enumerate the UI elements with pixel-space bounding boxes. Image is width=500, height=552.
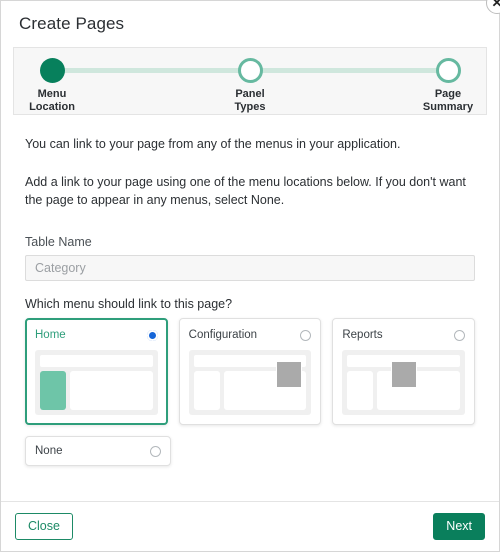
step-label-page-summary: Page Summary	[403, 88, 493, 114]
step-menu-location[interactable]: Menu Location	[7, 58, 97, 114]
preview-sidebar-highlight	[40, 371, 66, 410]
radio-unselected-icon[interactable]	[150, 445, 161, 457]
dialog-body: Menu Location Panel Types Page Summary Y…	[1, 47, 499, 501]
step-label-line2: Location	[29, 101, 75, 113]
menu-option-label-configuration: Configuration	[188, 329, 258, 341]
close-button[interactable]: Close	[15, 513, 73, 540]
radio-unselected-icon[interactable]	[454, 329, 466, 341]
menu-option-label-home: Home	[35, 329, 66, 341]
none-option-row: None	[13, 436, 487, 466]
card-header: Reports	[342, 327, 466, 343]
card-header: Home	[35, 327, 158, 343]
intro-paragraph-1: You can link to your page from any of th…	[25, 137, 401, 151]
preview-topbar	[40, 355, 153, 367]
menu-option-none[interactable]: None	[25, 436, 171, 466]
menu-preview-reports	[342, 350, 466, 415]
menu-option-cards: Home Configuration Reports	[13, 318, 487, 425]
step-panel-types[interactable]: Panel Types	[205, 58, 295, 114]
step-dot-active-icon	[39, 58, 65, 83]
wizard-stepper: Menu Location Panel Types Page Summary	[13, 47, 487, 115]
preview-highlight-block	[390, 361, 417, 388]
step-label-menu-location: Menu Location	[7, 88, 97, 114]
table-name-label: Table Name	[25, 235, 92, 249]
dialog-footer: Close Next	[1, 501, 499, 551]
step-page-summary[interactable]: Page Summary	[403, 58, 493, 114]
step-dot-todo-icon	[435, 58, 461, 83]
radio-selected-icon[interactable]	[146, 329, 158, 341]
menu-option-configuration[interactable]: Configuration	[178, 318, 322, 425]
step-label-line1: Page	[434, 88, 462, 100]
next-button[interactable]: Next	[433, 513, 485, 540]
preview-sidebar	[347, 371, 374, 410]
preview-sidebar	[193, 371, 220, 410]
preview-highlight-block	[276, 361, 303, 388]
radio-unselected-icon[interactable]	[300, 329, 312, 341]
intro-paragraph-2: Add a link to your page using one of the…	[25, 175, 466, 207]
menu-option-home[interactable]: Home	[25, 318, 168, 425]
step-label-line1: Panel	[235, 88, 265, 100]
menu-option-label-none: None	[35, 445, 63, 457]
page-title: Create Pages	[19, 14, 125, 33]
menu-preview-home	[35, 350, 158, 415]
table-name-field-group: Table Name Category	[13, 235, 487, 281]
menu-option-reports[interactable]: Reports	[332, 318, 476, 425]
create-pages-dialog: ✕ Create Pages Menu Location Panel Types…	[0, 0, 500, 552]
preview-main-panel	[70, 371, 153, 410]
stepper-steps: Menu Location Panel Types Page Summary	[29, 48, 473, 114]
menu-question-label: Which menu should link to this page?	[25, 297, 233, 311]
step-label-line1: Menu	[37, 88, 67, 100]
step-dot-todo-icon	[237, 58, 263, 83]
step-label-line2: Summary	[422, 101, 474, 113]
step-label-line2: Types	[234, 101, 266, 113]
table-name-input[interactable]: Category	[25, 255, 475, 281]
card-header: Configuration	[189, 327, 312, 343]
menu-preview-configuration	[188, 350, 312, 415]
dialog-header: Create Pages	[1, 1, 499, 47]
step-label-panel-types: Panel Types	[205, 88, 295, 114]
preview-body	[40, 371, 153, 410]
menu-option-label-reports: Reports	[342, 329, 383, 341]
